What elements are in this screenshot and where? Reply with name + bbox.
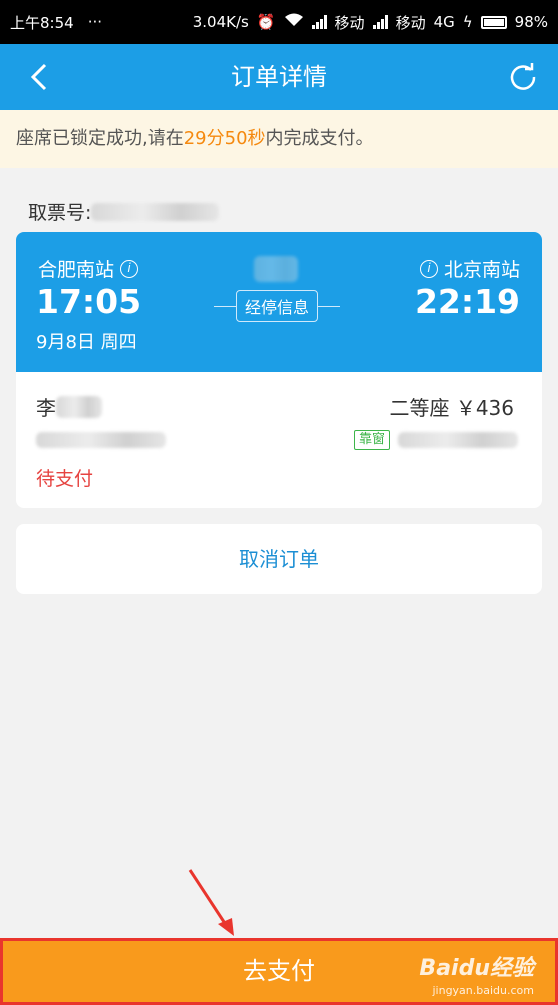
stops-info: 经停信息 (214, 290, 341, 322)
watermark-brand: Baidu经验 (419, 956, 534, 981)
info-icon: i (120, 259, 139, 278)
from-station[interactable]: 合肥南站 i (38, 255, 139, 282)
passenger-row: 李 二等座 ￥436 靠窗 待支付 (16, 372, 542, 508)
cancel-order-button[interactable]: 取消订单 (16, 524, 542, 594)
network-speed: 3.04K/s (192, 13, 249, 31)
redacted-id-number (36, 432, 166, 448)
payment-notice: 座席已锁定成功,请在29分50秒内完成支付。 (0, 110, 558, 168)
info-icon: i (419, 259, 438, 278)
notice-suffix: 内完成支付。 (265, 128, 374, 149)
passenger-name: 李 (36, 392, 102, 421)
countdown: 29分50秒 (183, 128, 266, 149)
carrier-1: 移动 (334, 13, 365, 32)
wifi-icon (284, 13, 304, 31)
carrier-2: 移动 (395, 13, 426, 32)
battery-icon (480, 15, 507, 29)
trip-date: 9月8日 周四 (36, 332, 137, 353)
redacted-name (56, 395, 102, 418)
ticket-number: 取票号: (28, 198, 220, 225)
status-bar: 上午8:54 ··· 3.04K/s ⏰ 移动 移动 4G ϟ 98% (0, 0, 558, 44)
divider (318, 305, 341, 307)
battery-level: 98% (514, 13, 548, 31)
signal-icon-2 (372, 15, 388, 29)
window-tag: 靠窗 (353, 430, 390, 450)
red-arrow-icon (188, 869, 234, 936)
nav-bar: 订单详情 (0, 44, 558, 110)
depart-time: 17:05 (36, 282, 142, 321)
from-station-label: 合肥南站 (38, 259, 115, 281)
redacted-train-number (254, 256, 298, 282)
notice-prefix: 座席已锁定成功,请在 (16, 128, 184, 149)
refresh-button[interactable] (504, 58, 542, 96)
redacted-ticket-number (91, 202, 220, 221)
more-icon: ··· (87, 13, 102, 31)
arrive-time: 22:19 (414, 282, 520, 321)
divider (214, 305, 236, 307)
seat-price: 二等座 ￥436 (389, 396, 514, 420)
refresh-icon (510, 63, 536, 90)
to-station-label: 北京南站 (443, 259, 520, 281)
redacted-seat-number (398, 432, 518, 448)
pay-button-label: 去支付 (243, 957, 315, 985)
ticket-number-label: 取票号: (28, 202, 92, 224)
watermark-url: jingyan.baidu.com (432, 984, 534, 997)
passenger-name-text: 李 (36, 396, 56, 420)
alarm-icon: ⏰ (256, 13, 276, 31)
trip-header: 合肥南站 i i 北京南站 17:05 22:19 9月8日 周四 经停信息 (16, 232, 542, 372)
seat-position: 靠窗 (353, 430, 518, 450)
to-station[interactable]: i 北京南站 (419, 255, 520, 282)
page-title: 订单详情 (231, 63, 327, 91)
stops-info-button[interactable]: 经停信息 (236, 290, 319, 322)
network-type: 4G (433, 13, 455, 31)
order-card: 合肥南站 i i 北京南站 17:05 22:19 9月8日 周四 经停信息 李… (16, 232, 542, 508)
payment-status: 待支付 (36, 468, 94, 490)
signal-icon (311, 15, 327, 29)
watermark: Baidu经验 jingyan.baidu.com (419, 950, 534, 997)
charging-icon: ϟ (462, 13, 473, 31)
status-time: 上午8:54 (10, 13, 74, 32)
